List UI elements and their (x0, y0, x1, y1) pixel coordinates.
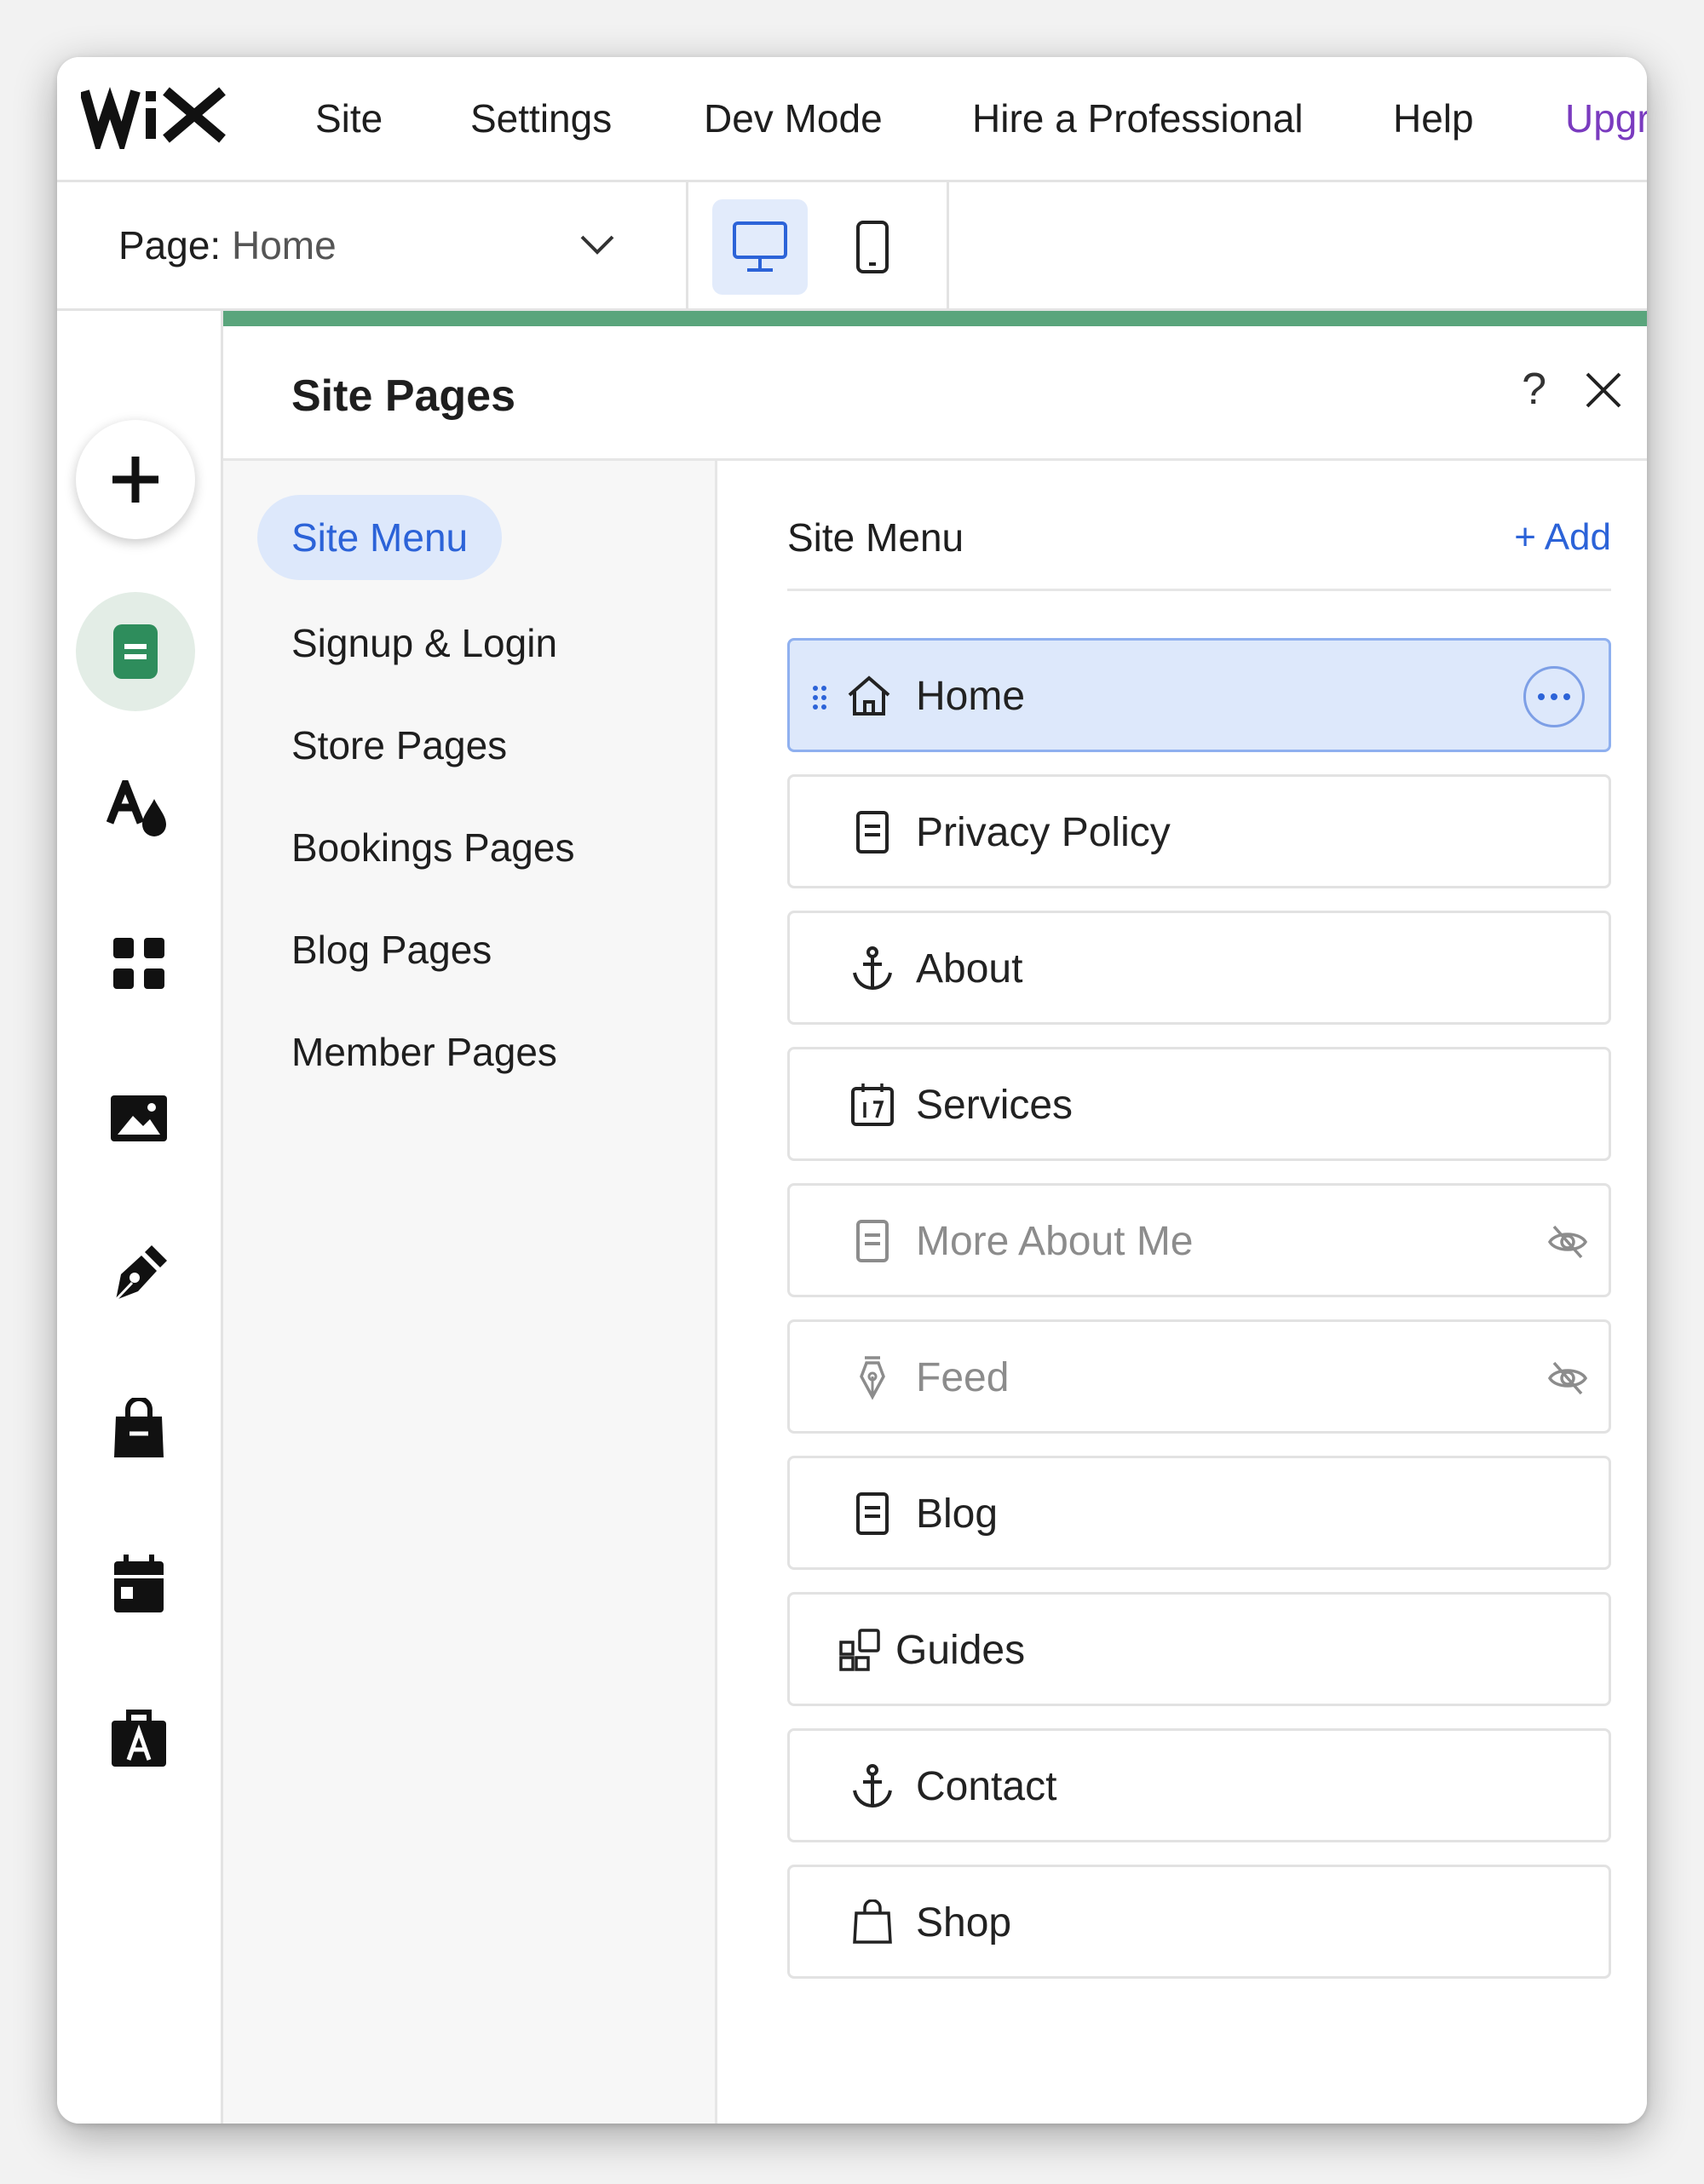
device-switcher (688, 182, 949, 308)
store-button[interactable] (101, 1391, 176, 1466)
page-row-label: Privacy Policy (916, 810, 1171, 855)
page-dropdown[interactable]: Page: Home (57, 182, 688, 308)
plus-icon (112, 457, 158, 503)
apps-icon (113, 938, 164, 989)
calendar-icon (114, 1555, 164, 1612)
category-bookings-pages[interactable]: Bookings Pages (291, 822, 574, 873)
page-row-about[interactable]: About (787, 911, 1611, 1025)
page-row-home[interactable]: Home (787, 638, 1611, 752)
store-bag-icon (114, 1398, 164, 1457)
page-icon (856, 811, 889, 853)
top-bar: Site Settings Dev Mode Hire a Profession… (57, 57, 1647, 182)
page-row-privacy-policy[interactable]: Privacy Policy (787, 774, 1611, 888)
panel-title: Site Pages (291, 371, 516, 421)
design-button[interactable] (101, 771, 176, 846)
nav-hire-professional[interactable]: Hire a Professional (972, 95, 1304, 142)
pages-icon (113, 624, 158, 679)
page-row-feed[interactable]: Feed (787, 1319, 1611, 1434)
media-icon (111, 1095, 167, 1141)
hidden-eye-icon[interactable] (1547, 1359, 1588, 1397)
panel-accent-strip (223, 311, 1647, 326)
wix-logo[interactable] (81, 81, 227, 149)
page-categories: Site Menu Signup & Login Store Pages Boo… (223, 461, 717, 2124)
left-toolbar (57, 311, 223, 2124)
portfolio-icon (112, 1710, 166, 1767)
site-pages-panel: Site Pages ? Site Menu Signup & Login St… (223, 311, 1647, 2124)
nav-dev-mode[interactable]: Dev Mode (704, 95, 883, 142)
page-row-more-about-me[interactable]: More About Me (787, 1183, 1611, 1297)
category-member-pages[interactable]: Member Pages (291, 1026, 557, 1078)
page-row-label: Services (916, 1083, 1074, 1128)
desktop-icon (733, 221, 787, 272)
page-row-label: Home (916, 674, 1026, 719)
anchor-icon (853, 946, 892, 991)
page-icon (856, 1492, 889, 1535)
design-icon (106, 780, 166, 836)
desktop-view-button[interactable] (712, 199, 808, 295)
page-icon (856, 1220, 889, 1262)
media-button[interactable] (101, 1081, 176, 1156)
blog-pen-icon (114, 1245, 167, 1302)
blog-button[interactable] (101, 1236, 176, 1311)
portfolio-button[interactable] (101, 1701, 176, 1776)
page-bar: Page: Home (57, 182, 1647, 311)
anchor-icon (853, 1764, 892, 1808)
page-row-label: Shop (916, 1900, 1012, 1945)
pages-menu-button[interactable] (76, 592, 195, 711)
page-row-guides[interactable]: Guides (787, 1592, 1611, 1706)
page-row-label: Guides (895, 1628, 1026, 1673)
category-blog-pages[interactable]: Blog Pages (291, 924, 492, 975)
close-icon[interactable] (1584, 371, 1623, 410)
more-dots-icon (1538, 693, 1570, 700)
add-page-button[interactable]: + Add (1514, 512, 1611, 563)
page-row-services[interactable]: Services (787, 1047, 1611, 1161)
page-row-contact[interactable]: Contact (787, 1728, 1611, 1842)
page-row-label: Feed (916, 1355, 1010, 1400)
editor-window: Site Settings Dev Mode Hire a Profession… (57, 57, 1647, 2124)
nav-upgrade[interactable]: Upgr (1565, 95, 1647, 142)
nav-settings[interactable]: Settings (470, 95, 612, 142)
page-list-title: Site Menu (787, 515, 964, 560)
apps-button[interactable] (101, 926, 176, 1001)
category-store-pages[interactable]: Store Pages (291, 720, 507, 771)
page-row-blog[interactable]: Blog (787, 1456, 1611, 1570)
page-row-label: Blog (916, 1491, 999, 1537)
panel-header: Site Pages ? (223, 326, 1647, 461)
category-signup-login[interactable]: Signup & Login (291, 618, 557, 669)
mobile-view-button[interactable] (825, 199, 920, 295)
page-dropdown-label: Page: Home (118, 223, 337, 267)
more-actions-button[interactable] (1523, 666, 1585, 727)
chevron-down-icon (580, 235, 614, 255)
divider (787, 589, 1611, 591)
dynamic-page-icon (839, 1629, 880, 1671)
page-row-label: About (916, 946, 1023, 991)
calendar-icon (851, 1083, 894, 1126)
nav-help[interactable]: Help (1393, 95, 1474, 142)
bookings-button[interactable] (101, 1546, 176, 1621)
mobile-icon (856, 221, 889, 273)
home-icon (848, 675, 890, 716)
category-site-menu[interactable]: Site Menu (257, 495, 503, 580)
page-row-label: Contact (916, 1764, 1057, 1809)
hidden-eye-icon[interactable] (1547, 1223, 1588, 1261)
pen-icon (860, 1356, 885, 1400)
page-row-shop[interactable]: Shop (787, 1865, 1611, 1979)
nav-site[interactable]: Site (315, 95, 383, 142)
drag-handle-icon[interactable] (812, 685, 827, 710)
bag-icon (853, 1900, 892, 1944)
page-list: Site Menu + Add Home Privacy Policy Abou… (717, 461, 1647, 2124)
add-elements-button[interactable] (76, 420, 195, 539)
page-row-label: More About Me (916, 1219, 1194, 1264)
help-button[interactable]: ? (1522, 364, 1546, 415)
